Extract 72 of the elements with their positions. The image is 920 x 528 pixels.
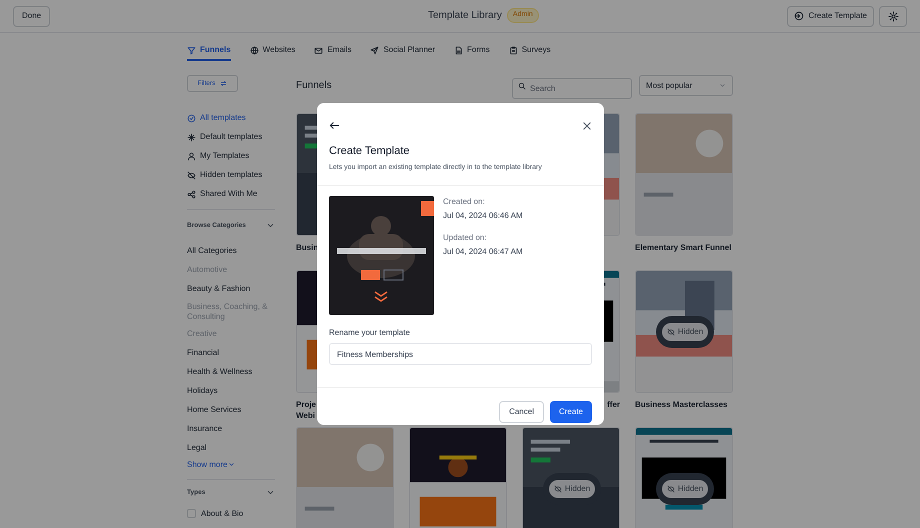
clipboard-icon	[508, 46, 518, 54]
envelope-icon	[314, 46, 324, 54]
category-item[interactable]: Health & Wellness	[187, 366, 275, 379]
check-circle-icon	[187, 114, 196, 122]
eye-off-icon	[554, 485, 562, 493]
sidebar-item[interactable]: All templates	[187, 111, 275, 125]
chevron-down-icon	[228, 461, 236, 468]
page-title: Template Library	[428, 9, 502, 23]
card-title: Elementary Smart Funnel	[635, 242, 732, 253]
category-item[interactable]: Holidays	[187, 384, 275, 398]
sidebar-item[interactable]: My Templates	[187, 149, 275, 163]
document-icon	[454, 46, 464, 54]
share-icon	[187, 190, 196, 198]
template-thumbnail[interactable]: Hidden	[635, 270, 733, 393]
settings-icon	[888, 10, 898, 22]
sort-dropdown[interactable]: Most popular	[639, 75, 733, 96]
hidden-badge: Hidden	[548, 480, 596, 498]
modal-title: Create Template	[328, 144, 411, 159]
type-label: About & Bio	[201, 508, 244, 520]
asterisk-icon	[187, 132, 196, 142]
template-thumbnail[interactable]: Hidden	[635, 427, 733, 528]
category-item[interactable]: Insurance	[187, 422, 275, 436]
eye-off-icon	[666, 328, 675, 336]
search-icon	[518, 82, 526, 90]
swap-arrows-icon	[220, 80, 228, 87]
import-icon	[794, 11, 804, 21]
tab[interactable]: Surveys	[508, 41, 551, 61]
updated-label: Updated on:	[443, 232, 488, 244]
template-thumbnail[interactable]: Hidden	[522, 427, 620, 528]
eye-off-icon	[187, 170, 196, 180]
eye-off-icon	[666, 485, 675, 493]
back-arrow-icon	[329, 120, 340, 131]
field-label: Rename your template	[328, 327, 411, 339]
category-item[interactable]: All Categories	[187, 244, 275, 258]
template-name-field[interactable]: Fitness Memberships	[329, 343, 592, 365]
card-title: Business Masterclasses	[635, 399, 728, 410]
checkbox[interactable]	[187, 509, 196, 518]
cancel-button[interactable]: Cancel	[499, 401, 544, 423]
close-icon	[582, 120, 592, 130]
sidebar-item[interactable]: Default templates	[187, 130, 275, 144]
paper-plane-icon	[370, 46, 380, 54]
category-item[interactable]: Legal	[187, 442, 275, 455]
tab[interactable]: Forms	[454, 41, 490, 61]
category-item[interactable]: Financial	[187, 346, 275, 360]
section-title: Funnels	[296, 79, 332, 93]
card-title: Proje Webi	[296, 399, 316, 421]
back-button[interactable]	[329, 120, 340, 131]
hidden-badge: Hidden	[662, 323, 708, 341]
user-icon	[187, 152, 196, 160]
created-label: Created on:	[443, 196, 486, 208]
chevron-down-icon	[719, 82, 726, 89]
tab[interactable]: Social Planner	[370, 41, 436, 61]
show-more-link[interactable]: Show more	[187, 458, 275, 471]
tab[interactable]: Websites	[250, 41, 296, 61]
create-button[interactable]: Create	[550, 401, 592, 423]
done-button[interactable]: Done	[13, 6, 50, 26]
sidebar-item[interactable]: Hidden templates	[187, 168, 275, 182]
category-item[interactable]: Beauty & Fashion	[187, 282, 275, 296]
updated-date: Jul 04, 2024 06:47 AM	[443, 246, 523, 258]
globe-icon	[250, 46, 259, 54]
sidebar-item[interactable]: Shared With Me	[187, 187, 275, 201]
search-field[interactable]: Search	[512, 78, 632, 99]
settings-button[interactable]	[879, 6, 907, 26]
close-button[interactable]	[582, 120, 592, 130]
create-template-button[interactable]: Create Template	[787, 6, 874, 26]
tab[interactable]: Emails	[314, 41, 352, 61]
card-title: ffer	[607, 399, 620, 410]
category-item[interactable]: Home Services	[187, 404, 275, 417]
hidden-badge: Hidden	[662, 480, 708, 498]
created-date: Jul 04, 2024 06:46 AM	[443, 210, 523, 222]
tab[interactable]: Funnels	[187, 41, 231, 61]
filter-icon	[187, 46, 196, 54]
